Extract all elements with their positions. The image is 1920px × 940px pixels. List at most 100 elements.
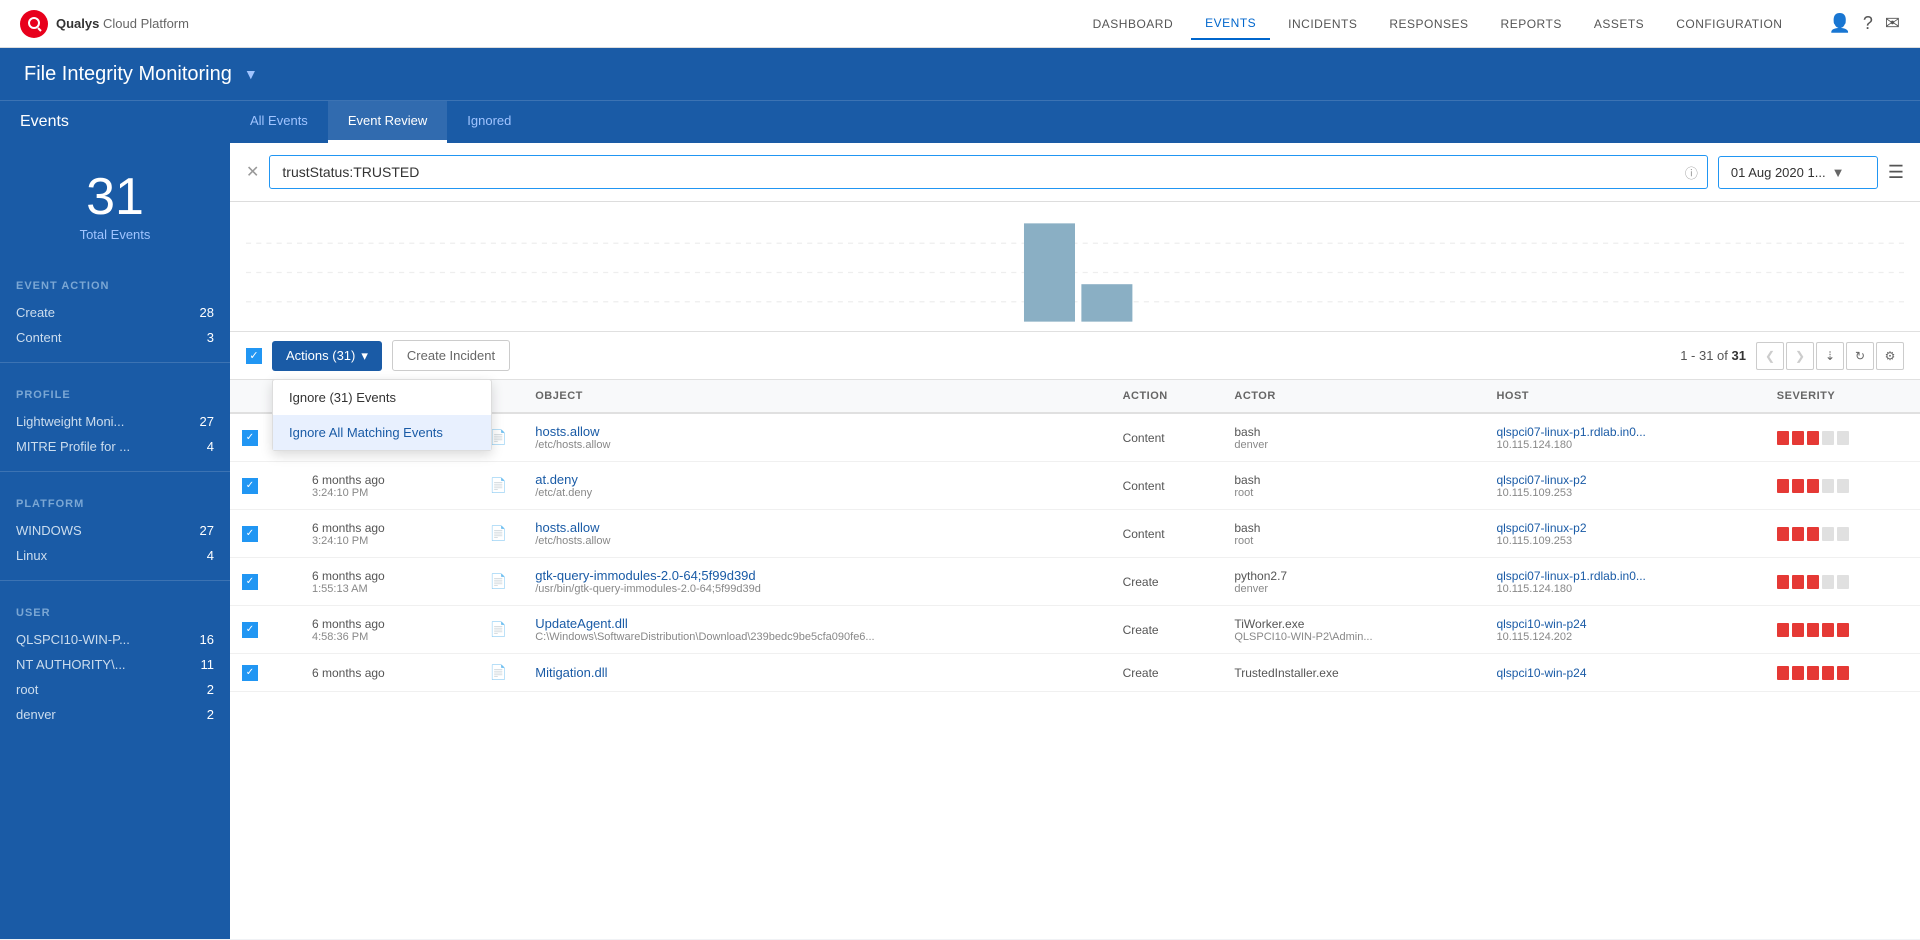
row-checkbox[interactable]: ✓: [242, 478, 258, 494]
date-range-dropdown[interactable]: 01 Aug 2020 1... ▼: [1718, 156, 1878, 189]
nav-configuration[interactable]: CONFIGURATION: [1662, 9, 1796, 39]
actions-dropdown-wrapper: Actions (31) ▾ Ignore (31) Events Ignore…: [272, 341, 382, 371]
file-type-icon: 📄: [490, 573, 507, 589]
severity-bar: [1837, 575, 1849, 589]
tab-ignored[interactable]: Ignored: [447, 101, 531, 143]
row-checkbox[interactable]: ✓: [242, 430, 258, 446]
file-type-icon: 📄: [490, 429, 507, 445]
tab-all-events[interactable]: All Events: [230, 101, 328, 143]
row-checkbox-cell: ✓: [230, 413, 270, 462]
severity-bar: [1822, 623, 1834, 637]
severity-bar: [1777, 575, 1789, 589]
col-host: HOST: [1484, 380, 1764, 413]
sidebar-item-mitre[interactable]: MITRE Profile for ... 4: [0, 434, 230, 459]
file-name[interactable]: at.deny: [535, 472, 1098, 487]
row-object-cell: hosts.allow /etc/hosts.allow: [523, 413, 1110, 462]
host-name[interactable]: qlspci07-linux-p1.rdlab.in0...: [1496, 569, 1752, 583]
nav-responses[interactable]: RESPONSES: [1375, 9, 1482, 39]
search-wrapper: ⓘ: [269, 155, 1707, 189]
row-checkbox[interactable]: ✓: [242, 665, 258, 681]
row-type-cell: [270, 606, 300, 654]
severity-bar: [1807, 575, 1819, 589]
severity-bar: [1792, 666, 1804, 680]
sidebar-item-user-1[interactable]: NT AUTHORITY\... 11: [0, 652, 230, 677]
dropdown-ignore-matching[interactable]: Ignore All Matching Events: [273, 415, 491, 450]
file-name[interactable]: Mitigation.dll: [535, 665, 1098, 680]
row-severity-cell: [1765, 606, 1920, 654]
tab-event-review[interactable]: Event Review: [328, 101, 447, 143]
actions-button[interactable]: Actions (31) ▾: [272, 341, 382, 371]
severity-bar: [1807, 479, 1819, 493]
sidebar-item-content[interactable]: Content 3: [0, 325, 230, 350]
host-name[interactable]: qlspci10-win-p24: [1496, 617, 1752, 631]
section-title-event-action: EVENT ACTION: [0, 276, 230, 300]
create-incident-button[interactable]: Create Incident: [392, 340, 510, 371]
sidebar-item-windows[interactable]: WINDOWS 27: [0, 518, 230, 543]
nav-dashboard[interactable]: DASHBOARD: [1079, 9, 1188, 39]
nav-incidents[interactable]: INCIDENTS: [1274, 9, 1371, 39]
actor-name: bash: [1234, 473, 1472, 487]
severity-bar: [1807, 623, 1819, 637]
row-action-cell: Content: [1111, 510, 1223, 558]
nav-assets[interactable]: ASSETS: [1580, 9, 1658, 39]
filter-icon[interactable]: ☰: [1888, 162, 1904, 183]
row-time-cell: 6 months ago 4:58:36 PM: [300, 606, 478, 654]
file-name[interactable]: UpdateAgent.dll: [535, 616, 1098, 631]
row-host-cell: qlspci07-linux-p1.rdlab.in0... 10.115.12…: [1484, 558, 1764, 606]
row-checkbox[interactable]: ✓: [242, 526, 258, 542]
host-name[interactable]: qlspci07-linux-p2: [1496, 521, 1752, 535]
table-body: ✓ 6 months ago 3:25:02 PM 📄 hosts.allow …: [230, 413, 1920, 692]
row-action-cell: Create: [1111, 606, 1223, 654]
actor-name: python2.7: [1234, 569, 1472, 583]
user-icon[interactable]: 👤: [1828, 13, 1850, 34]
search-input[interactable]: [269, 155, 1707, 189]
sub-nav: All Events Event Review Ignored: [230, 101, 1920, 143]
search-help-icon[interactable]: ⓘ: [1685, 163, 1698, 182]
severity-bar: [1792, 479, 1804, 493]
help-icon[interactable]: ?: [1863, 13, 1873, 34]
search-clear-icon[interactable]: ✕: [246, 162, 259, 182]
file-name[interactable]: hosts.allow: [535, 520, 1098, 535]
severity-bar: [1822, 479, 1834, 493]
next-page-button[interactable]: ❯: [1786, 342, 1814, 370]
row-checkbox[interactable]: ✓: [242, 574, 258, 590]
master-checkbox[interactable]: ✓: [246, 348, 262, 364]
row-file-icon-cell: 📄: [478, 558, 523, 606]
host-name[interactable]: qlspci10-win-p24: [1496, 666, 1752, 680]
main-layout: 31 Total Events EVENT ACTION Create 28 C…: [0, 143, 1920, 939]
refresh-button[interactable]: ↻: [1846, 342, 1874, 370]
file-type-icon: 📄: [490, 477, 507, 493]
app-title-dropdown[interactable]: ▼: [244, 66, 258, 82]
file-name[interactable]: gtk-query-immodules-2.0-64;5f99d39d: [535, 568, 1098, 583]
dropdown-ignore-events[interactable]: Ignore (31) Events: [273, 380, 491, 415]
table-toolbar: ✓ Actions (31) ▾ Ignore (31) Events Igno…: [230, 332, 1920, 380]
settings-button[interactable]: ⚙: [1876, 342, 1904, 370]
time-ago: 6 months ago: [312, 617, 466, 631]
severity-bar: [1807, 527, 1819, 541]
sidebar-item-user-2[interactable]: root 2: [0, 677, 230, 702]
download-button[interactable]: ⇣: [1816, 342, 1844, 370]
host-name[interactable]: qlspci07-linux-p1.rdlab.in0...: [1496, 425, 1752, 439]
actions-arrow-icon: ▾: [361, 348, 368, 364]
row-checkbox[interactable]: ✓: [242, 622, 258, 638]
sidebar-item-user-0[interactable]: QLSPCI10-WIN-P... 16: [0, 627, 230, 652]
severity-bar: [1837, 479, 1849, 493]
prev-page-button[interactable]: ❮: [1756, 342, 1784, 370]
mail-icon[interactable]: ✉: [1885, 13, 1900, 34]
sidebar-item-create[interactable]: Create 28: [0, 300, 230, 325]
time-ago: 6 months ago: [312, 521, 466, 535]
host-ip: 10.115.124.180: [1496, 439, 1752, 451]
row-object-cell: at.deny /etc/at.deny: [523, 462, 1110, 510]
actor-name: TiWorker.exe: [1234, 617, 1472, 631]
sidebar-item-user-3[interactable]: denver 2: [0, 702, 230, 727]
actions-label: Actions (31): [286, 348, 355, 363]
sidebar-item-lightweight[interactable]: Lightweight Moni... 27: [0, 409, 230, 434]
nav-events[interactable]: EVENTS: [1191, 8, 1270, 40]
actor-sub: denver: [1234, 583, 1472, 595]
file-name[interactable]: hosts.allow: [535, 424, 1098, 439]
time-ago: 6 months ago: [312, 666, 466, 680]
severity-bar: [1777, 666, 1789, 680]
host-name[interactable]: qlspci07-linux-p2: [1496, 473, 1752, 487]
nav-reports[interactable]: REPORTS: [1487, 9, 1576, 39]
sidebar-item-linux[interactable]: Linux 4: [0, 543, 230, 568]
